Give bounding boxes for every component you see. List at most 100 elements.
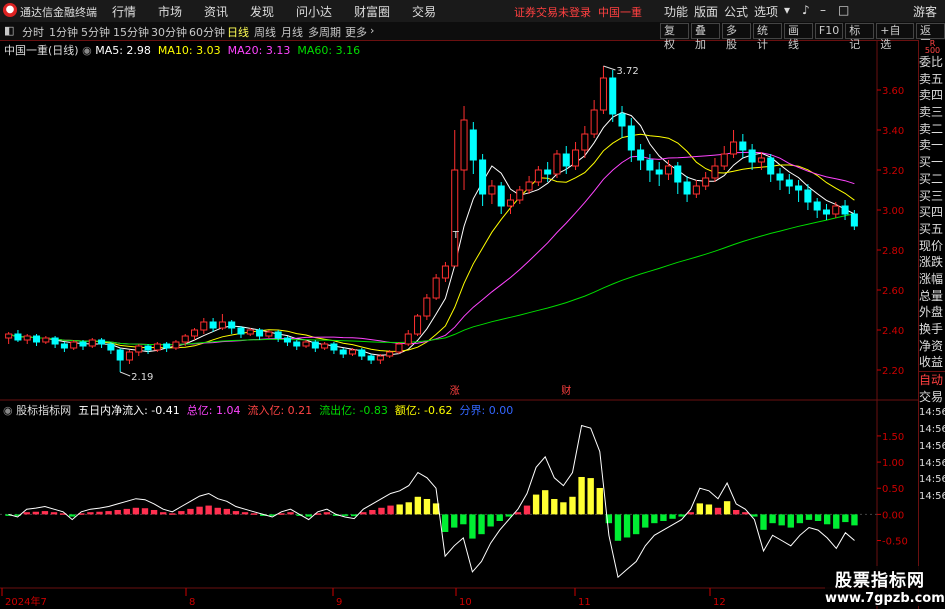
candle-body <box>441 265 449 279</box>
watermark: 股票指标网 www.7gpzb.com <box>825 566 945 606</box>
period-tab[interactable]: 60分钟 <box>189 24 225 40</box>
sidebar-item[interactable]: 换手 <box>919 321 945 338</box>
sidebar-item[interactable]: 涨跌 <box>919 254 945 271</box>
toolbar-button[interactable]: 统计 <box>752 23 782 51</box>
settings-icon[interactable]: ◉ <box>82 44 92 57</box>
period-tab-active[interactable]: 日线 <box>227 24 249 40</box>
sidebar-item[interactable]: 买五 <box>919 221 945 238</box>
flow-bar <box>660 514 667 521</box>
flow-bar <box>842 514 849 523</box>
candle-body <box>618 113 626 127</box>
period-tab[interactable]: 多周期 <box>308 24 341 40</box>
candle-body <box>79 341 87 347</box>
sidebar-item[interactable]: 买二 <box>919 171 945 188</box>
flow-bar <box>651 514 658 524</box>
toolbar-button[interactable]: 画线 <box>783 23 813 51</box>
app-title: 通达信金融终端 <box>20 6 97 19</box>
flow-bar <box>669 514 676 519</box>
toolbar-button[interactable]: 标记 <box>845 23 875 51</box>
nav-icon[interactable]: ◧ <box>4 24 14 37</box>
sidebar-item[interactable]: 卖五 <box>919 71 945 88</box>
sidebar-item[interactable]: 买一 <box>919 154 945 171</box>
sidebar-item[interactable]: 总量 <box>919 288 945 305</box>
candle-body <box>776 173 784 181</box>
menu-item[interactable]: 功能 <box>664 3 694 20</box>
period-tab[interactable]: 30分钟 <box>151 24 187 40</box>
sidebar-item[interactable]: 卖二 <box>919 121 945 138</box>
toolbar-button[interactable]: +自选 <box>876 23 915 51</box>
candle-body <box>711 165 719 179</box>
menu-item[interactable]: 财富圈 <box>354 3 412 20</box>
sidebar-item[interactable]: 买三 <box>919 188 945 205</box>
chevron-right-icon[interactable]: › <box>370 24 374 37</box>
sidebar-item[interactable]: 收益 <box>919 354 945 371</box>
sidebar-item[interactable]: 涨幅 <box>919 271 945 288</box>
menu-item[interactable]: 问小达 <box>296 3 354 20</box>
candle-body <box>497 185 505 207</box>
auto-button[interactable]: 自动 <box>919 371 945 389</box>
flow-bar <box>114 509 121 515</box>
period-tab[interactable]: 周线 <box>254 24 276 40</box>
period-tab[interactable]: 更多 <box>345 24 367 40</box>
menu-item[interactable]: 版面 <box>694 3 724 20</box>
minimize-icon[interactable]: – <box>820 3 838 20</box>
menu-item[interactable]: 公式 <box>724 3 754 20</box>
candle-body <box>822 209 830 215</box>
flow-bar <box>41 511 49 515</box>
ind-tick-label: 1.00 <box>882 458 904 469</box>
guest-button[interactable]: 游客 <box>913 3 937 20</box>
indicator-param: 分界: 0.00 <box>459 404 514 417</box>
period-tab[interactable]: 月线 <box>281 24 303 40</box>
menu-item[interactable]: 选项 <box>754 3 784 20</box>
x-tick-label: 12 <box>713 597 726 608</box>
restore-icon[interactable]: □ <box>838 3 856 20</box>
sidebar-item[interactable]: 卖四 <box>919 87 945 104</box>
time-label: 14:56 <box>919 490 945 502</box>
sidebar-item[interactable]: 外盘 <box>919 304 945 321</box>
ma-legend: 中国一重(日线) ◉ MA5: 2.98 MA10: 3.03 MA20: 3.… <box>0 42 360 58</box>
sidebar-item[interactable]: 净资 <box>919 338 945 355</box>
toolbar-button[interactable]: 返回 <box>916 23 945 51</box>
kline-chart[interactable]: 1.50 1.00 0.50 0.00 -0.50 3.60 3.40 3.20 3.00 2.… <box>0 40 918 609</box>
candle-body <box>395 343 403 353</box>
candle-body <box>218 321 226 329</box>
candle-body <box>488 185 496 195</box>
period-tab[interactable]: 分时 <box>22 24 44 40</box>
sidebar-item[interactable]: 委比 <box>919 54 945 71</box>
flow-bar <box>505 514 512 517</box>
flow-bar <box>760 514 767 530</box>
x-tick-label: 11 <box>578 597 591 608</box>
settings-icon[interactable]: ◉ <box>3 404 13 417</box>
flow-bar <box>733 509 740 515</box>
period-tab[interactable]: 5分钟 <box>81 24 110 40</box>
more-icon[interactable]: ▾ <box>784 3 802 20</box>
flow-bar <box>542 490 549 515</box>
toolbar-button[interactable]: 叠加 <box>690 23 720 51</box>
x-tick-label: 8 <box>189 597 195 608</box>
candle-body <box>748 149 756 163</box>
period-tab[interactable]: 15分钟 <box>113 24 149 40</box>
sidebar-item[interactable]: 买四 <box>919 204 945 221</box>
flow-bar <box>341 514 349 516</box>
menu-item[interactable]: 行情 <box>112 3 158 20</box>
toolbar-button[interactable]: 复权 <box>660 23 689 51</box>
trade-button[interactable]: 交易 <box>919 389 945 406</box>
candle-body <box>832 205 840 215</box>
flow-bar <box>378 507 385 515</box>
candle-body <box>553 153 561 175</box>
toolbar-button[interactable]: F10 <box>814 23 844 39</box>
period-tab[interactable]: 1分钟 <box>49 24 78 40</box>
candle-body <box>209 321 217 329</box>
flow-bar <box>532 494 540 515</box>
candle-body <box>813 201 821 211</box>
menu-item[interactable]: 交易 <box>412 3 458 20</box>
menu-item[interactable]: 市场 <box>158 3 204 20</box>
toolbar-button[interactable]: 多股 <box>721 23 751 51</box>
menu-item[interactable]: 资讯 <box>204 3 250 20</box>
candle-body <box>190 329 199 337</box>
sidebar-item[interactable]: 现价 <box>919 238 945 255</box>
sidebar-item[interactable]: 卖一 <box>919 137 945 154</box>
bell-icon[interactable]: ♪ <box>802 3 820 20</box>
menu-item[interactable]: 发现 <box>250 3 296 20</box>
sidebar-item[interactable]: 卖三 <box>919 104 945 121</box>
